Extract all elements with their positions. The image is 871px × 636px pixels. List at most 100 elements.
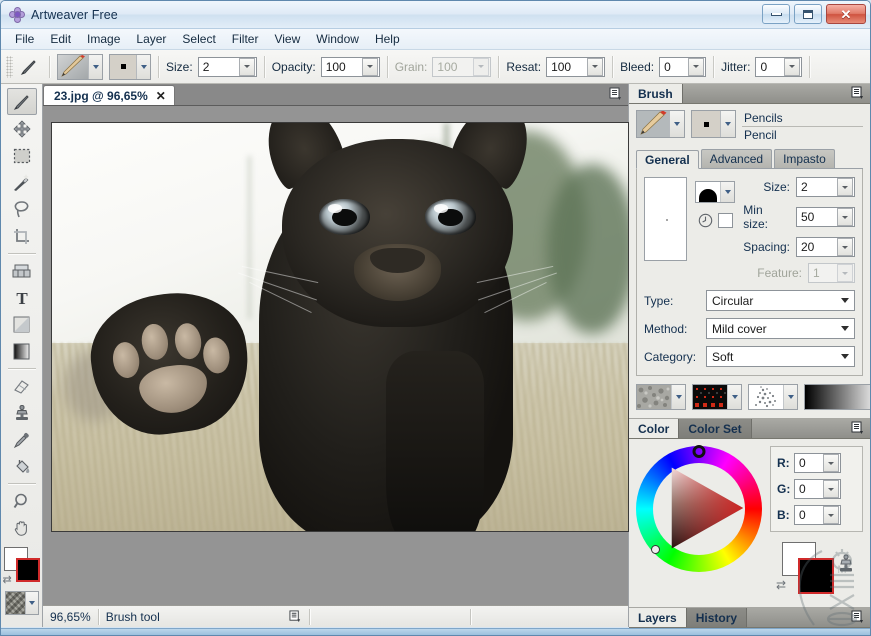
foreground-color-well[interactable] xyxy=(15,558,40,582)
brush-tip-dropdown-arrow[interactable] xyxy=(720,111,735,137)
resat-stepper[interactable] xyxy=(546,56,606,77)
foreground-color-well[interactable] xyxy=(798,558,834,594)
swap-colors-icon[interactable]: ⇄ xyxy=(3,573,12,586)
red-input[interactable] xyxy=(795,454,823,472)
timing-checkbox[interactable] xyxy=(717,213,733,228)
brush-preset-selector[interactable] xyxy=(636,110,685,138)
canvas-viewport[interactable] xyxy=(43,106,629,605)
saturation-marker[interactable] xyxy=(651,545,660,554)
opacity-stepper[interactable] xyxy=(320,56,380,77)
tool-move[interactable] xyxy=(7,115,37,142)
menu-select[interactable]: Select xyxy=(174,30,223,48)
brush-spacing-input[interactable] xyxy=(797,238,837,256)
tab-history[interactable]: History xyxy=(686,608,748,627)
panel-menu-icon[interactable] xyxy=(851,86,865,100)
pattern-selector[interactable] xyxy=(692,384,742,410)
close-tab-icon[interactable]: ✕ xyxy=(156,89,166,103)
brush-spacing-stepper[interactable] xyxy=(796,237,855,257)
paper-texture-selector[interactable] xyxy=(636,384,686,410)
close-button[interactable]: ✕ xyxy=(826,4,866,24)
tool-text[interactable]: T xyxy=(7,284,37,311)
texture-dropdown-arrow[interactable] xyxy=(24,592,38,614)
opacity-dropdown-arrow[interactable] xyxy=(361,57,378,76)
nozzle-selector[interactable] xyxy=(748,384,798,410)
texture-swatch-selector[interactable] xyxy=(4,591,39,615)
brush-category-select[interactable]: Soft xyxy=(706,346,855,367)
brush-spacing-dropdown-arrow[interactable] xyxy=(837,238,853,256)
panel-menu-icon[interactable] xyxy=(851,610,865,624)
bleed-stepper[interactable] xyxy=(659,56,707,77)
green-input[interactable] xyxy=(795,480,823,498)
tab-layers[interactable]: Layers xyxy=(629,608,687,627)
tool-magic-wand[interactable] xyxy=(7,169,37,196)
menu-filter[interactable]: Filter xyxy=(224,30,267,48)
tool-crop[interactable] xyxy=(7,223,37,250)
menu-file[interactable]: File xyxy=(7,30,42,48)
tool-shape-fill[interactable] xyxy=(7,311,37,338)
brush-tip-dropdown-arrow[interactable] xyxy=(136,54,150,79)
color-wells[interactable]: ⇄ xyxy=(3,547,41,587)
tool-perspective[interactable] xyxy=(7,257,37,284)
color-wheel[interactable] xyxy=(636,445,762,572)
green-stepper[interactable] xyxy=(794,479,841,499)
maximize-button[interactable] xyxy=(794,4,822,24)
blue-stepper[interactable] xyxy=(794,505,841,525)
tool-eraser[interactable] xyxy=(7,372,37,399)
tool-paint-bucket[interactable] xyxy=(7,453,37,480)
tool-zoom[interactable] xyxy=(7,487,37,514)
brush-type-select[interactable]: Circular xyxy=(706,290,855,311)
panel-menu-icon[interactable] xyxy=(609,87,623,101)
status-menu-icon[interactable] xyxy=(289,610,302,623)
tab-general[interactable]: General xyxy=(636,150,699,169)
tool-brush[interactable] xyxy=(6,88,37,115)
document-tab[interactable]: 23.jpg @ 96,65% ✕ xyxy=(43,85,175,105)
jitter-input[interactable] xyxy=(756,57,785,76)
swap-colors-icon[interactable]: ⇄ xyxy=(776,578,786,592)
tab-color-set[interactable]: Color Set xyxy=(679,419,752,438)
brush-tip-selector[interactable] xyxy=(691,110,736,138)
hue-marker[interactable] xyxy=(692,445,706,458)
menu-layer[interactable]: Layer xyxy=(128,30,174,48)
brush-size-dropdown-arrow[interactable] xyxy=(837,178,853,196)
brush-min-size-dropdown-arrow[interactable] xyxy=(837,208,853,226)
brush-shape-selector[interactable] xyxy=(695,181,736,203)
tab-impasto[interactable]: Impasto xyxy=(774,149,835,168)
brush-size-input[interactable] xyxy=(797,178,837,196)
size-input[interactable] xyxy=(198,57,239,76)
blue-dropdown-arrow[interactable] xyxy=(823,506,839,524)
red-stepper[interactable] xyxy=(794,453,841,473)
nozzle-dropdown-arrow[interactable] xyxy=(783,385,797,409)
bleed-input[interactable] xyxy=(660,57,689,76)
toolbar-grip[interactable] xyxy=(6,55,13,78)
pattern-dropdown-arrow[interactable] xyxy=(727,385,741,409)
tool-clone-stamp[interactable] xyxy=(7,399,37,426)
bleed-dropdown-arrow[interactable] xyxy=(688,57,705,76)
brush-min-size-input[interactable] xyxy=(797,208,837,226)
brush-method-select[interactable]: Mild cover xyxy=(706,318,855,339)
gradient-selector[interactable] xyxy=(804,384,870,410)
brush-size-stepper[interactable] xyxy=(796,177,855,197)
image-canvas[interactable] xyxy=(51,122,629,532)
menu-help[interactable]: Help xyxy=(367,30,408,48)
opacity-input[interactable] xyxy=(321,57,362,76)
brush-tip-selector[interactable] xyxy=(109,53,151,80)
blue-input[interactable] xyxy=(795,506,823,524)
jitter-dropdown-arrow[interactable] xyxy=(784,57,801,76)
resat-input[interactable] xyxy=(547,57,588,76)
tool-hand[interactable] xyxy=(7,514,37,541)
brush-min-size-stepper[interactable] xyxy=(796,207,855,227)
menu-edit[interactable]: Edit xyxy=(42,30,79,48)
tool-gradient[interactable] xyxy=(7,338,37,365)
size-stepper[interactable] xyxy=(197,56,257,77)
tool-eyedropper[interactable] xyxy=(7,426,37,453)
brush-preset-dropdown-arrow[interactable] xyxy=(88,54,102,79)
menu-view[interactable]: View xyxy=(266,30,308,48)
tab-brush[interactable]: Brush xyxy=(629,84,683,103)
resat-dropdown-arrow[interactable] xyxy=(587,57,604,76)
red-dropdown-arrow[interactable] xyxy=(823,454,839,472)
brush-preset-dropdown-arrow[interactable] xyxy=(669,111,684,137)
brush-shape-dropdown-arrow[interactable] xyxy=(720,182,735,202)
menu-image[interactable]: Image xyxy=(79,30,128,48)
green-dropdown-arrow[interactable] xyxy=(823,480,839,498)
brush-preset-selector[interactable] xyxy=(57,53,103,80)
